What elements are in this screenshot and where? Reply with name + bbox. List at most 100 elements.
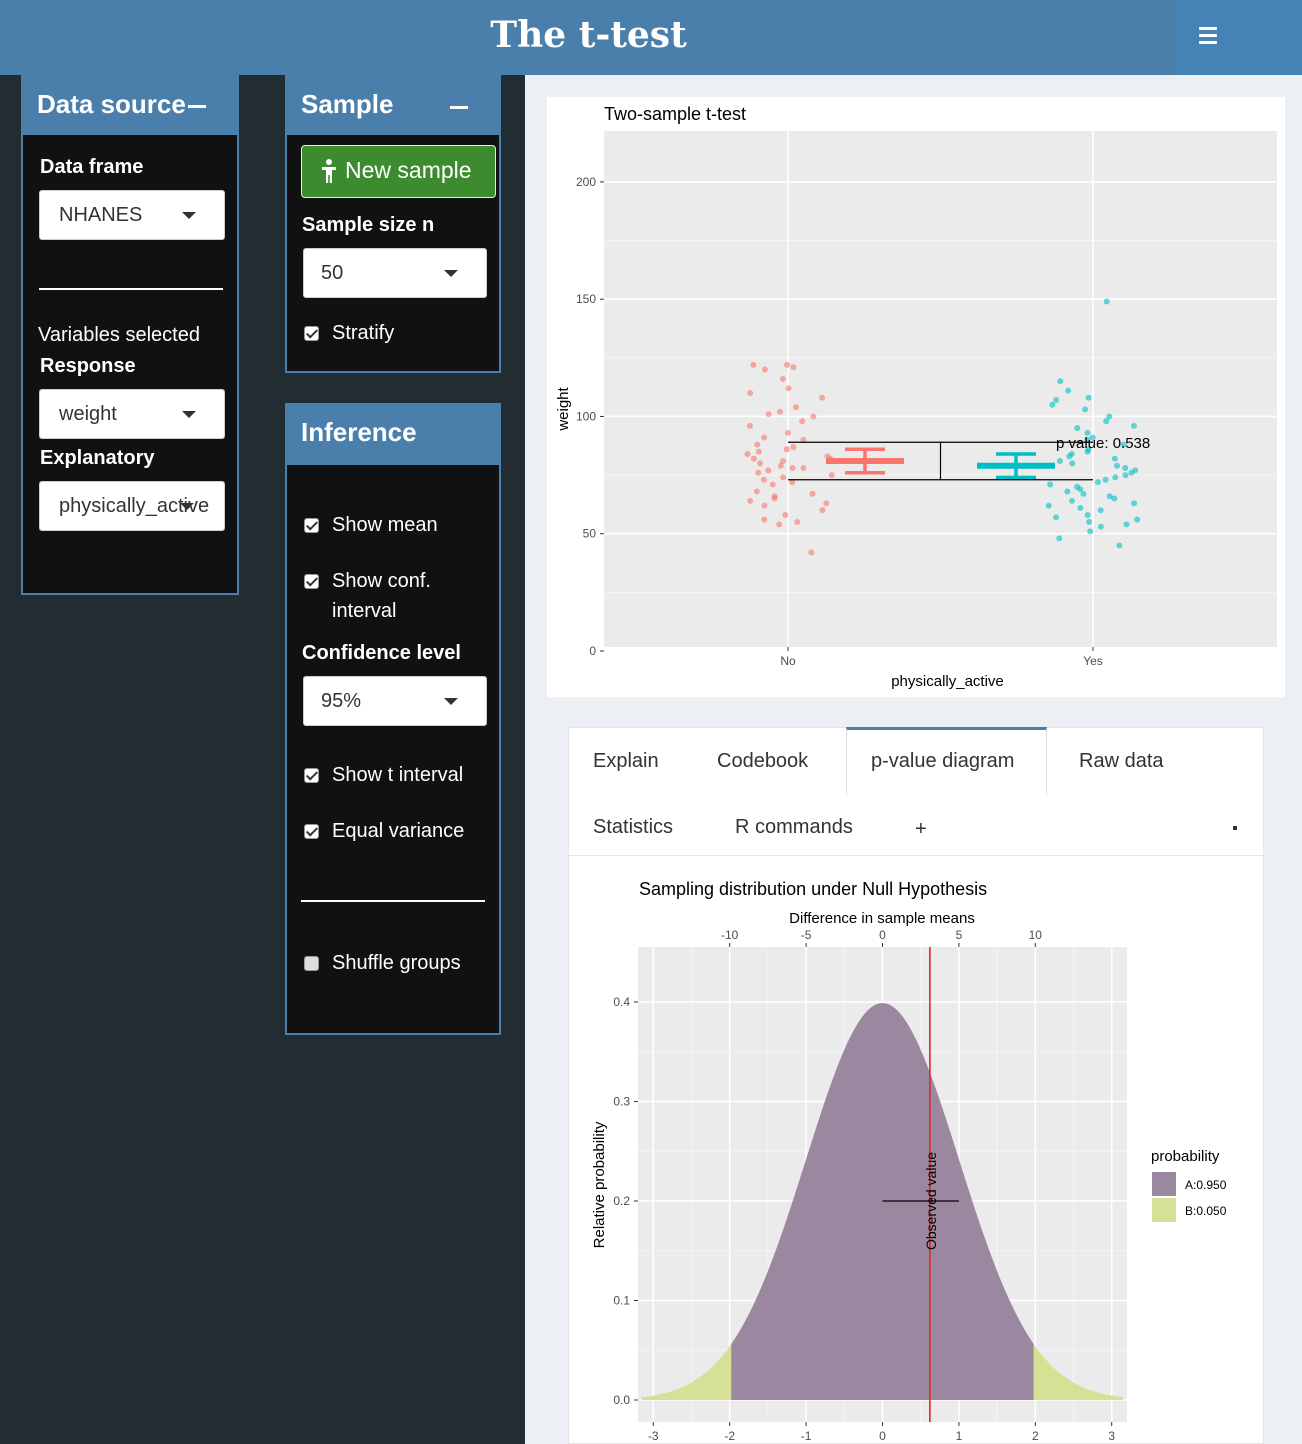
data-point — [1116, 542, 1123, 549]
data-point — [1082, 406, 1089, 413]
x-tick-label: 3 — [1108, 1429, 1115, 1443]
tab-divider — [569, 855, 1263, 856]
data-point — [761, 434, 768, 441]
data-point — [784, 361, 791, 368]
data-point — [780, 474, 787, 481]
sample-size-value: 50 — [321, 262, 344, 284]
y-tick-label: 0 — [589, 644, 596, 658]
data-point — [747, 390, 754, 396]
show-mean-label: Show mean — [332, 514, 438, 536]
person-icon — [322, 159, 336, 183]
stratify-checkbox[interactable] — [304, 326, 319, 341]
data-point — [1084, 511, 1091, 518]
x-axis-label: physically_active — [891, 673, 1004, 690]
shuffle-groups-label: Shuffle groups — [332, 952, 461, 974]
data-point — [755, 448, 762, 455]
data-point — [765, 467, 772, 474]
data-point — [790, 443, 797, 450]
x-tick-label: 0 — [879, 1429, 886, 1443]
x-tick-label: 1 — [956, 1429, 963, 1443]
top-tick-label: 0 — [879, 928, 886, 942]
chart-title: Sampling distribution under Null Hypothe… — [639, 879, 987, 899]
new-sample-button[interactable]: New sample — [301, 145, 496, 198]
shuffle-groups-checkbox[interactable] — [304, 956, 319, 971]
y-axis-label: Relative probability — [591, 1121, 608, 1248]
data-point — [754, 441, 761, 448]
data-point — [1134, 516, 1141, 523]
data-point — [1103, 298, 1110, 305]
data-point — [1122, 465, 1129, 472]
explanatory-select[interactable]: physically_active — [39, 481, 225, 531]
x-tick-label: Yes — [1083, 654, 1103, 668]
sample-size-select[interactable]: 50 — [303, 248, 487, 298]
confidence-level-select[interactable]: 95% — [303, 676, 487, 726]
data-point — [750, 455, 757, 462]
observed-value-label: Observed value — [923, 1152, 939, 1250]
x-tick-label: 2 — [1032, 1429, 1039, 1443]
data-point — [1102, 476, 1109, 483]
data-point — [1066, 453, 1073, 460]
inference-header: Inference — [285, 403, 501, 465]
sidebar-toggle-button[interactable] — [1177, 0, 1302, 75]
tab-statistics[interactable]: Statistics — [593, 816, 673, 839]
data-point — [1111, 455, 1118, 462]
y-tick-label: 200 — [576, 175, 596, 189]
tab-raw-data[interactable]: Raw data — [1079, 750, 1164, 773]
data-frame-select[interactable]: NHANES — [39, 190, 225, 240]
show-conf-interval-checkbox[interactable] — [304, 574, 319, 589]
chevron-down-icon — [180, 503, 194, 510]
data-point — [760, 476, 767, 483]
chevron-down-icon — [444, 698, 458, 705]
data-point — [753, 488, 760, 495]
data-point — [1085, 394, 1092, 401]
inference-title: Inference — [301, 417, 417, 447]
sample-header: Sample — [285, 75, 501, 135]
data-point — [782, 511, 789, 518]
data-source-title: Data source — [37, 89, 186, 119]
show-mean-checkbox[interactable] — [304, 518, 319, 533]
two-sample-t-test-chart: Two-sample t-test 0 50 100 150 200 No Yes physic… — [555, 104, 1277, 690]
data-point — [785, 385, 792, 392]
legend-swatch — [1152, 1198, 1176, 1222]
tab-explain[interactable]: Explain — [593, 750, 659, 773]
data-point — [799, 418, 806, 425]
equal-variance-checkbox[interactable] — [304, 824, 319, 839]
top-tick-label: 10 — [1029, 928, 1043, 942]
add-tab-button[interactable]: + — [915, 818, 927, 841]
chart-title: Two-sample t-test — [604, 104, 746, 124]
stratify-label: Stratify — [332, 322, 395, 344]
y-tick-label: 0.3 — [613, 1095, 630, 1109]
data-point — [1131, 500, 1138, 507]
data-point — [776, 521, 783, 528]
y-tick-label: 0.1 — [613, 1294, 630, 1308]
data-point — [769, 481, 776, 488]
top-tick-label: 5 — [956, 928, 963, 942]
tab-codebook[interactable]: Codebook — [717, 750, 808, 773]
data-point — [783, 446, 790, 453]
tab-r-commands[interactable]: R commands — [735, 816, 853, 839]
data-point — [1056, 535, 1063, 542]
data-point — [823, 500, 830, 507]
data-point — [794, 519, 801, 525]
x-tick-label: No — [780, 654, 796, 668]
tab-p-value-diagram[interactable]: p-value diagram — [846, 727, 1047, 795]
new-sample-label: New sample — [345, 157, 472, 183]
y-tick-label: 150 — [576, 292, 596, 306]
tab-overflow-dot[interactable] — [1233, 826, 1237, 830]
data-point — [746, 422, 753, 429]
show-t-interval-label: Show t interval — [332, 764, 464, 786]
data-point — [761, 516, 768, 523]
chevron-down-icon — [182, 411, 196, 418]
data-point — [1074, 425, 1081, 432]
data-point — [1047, 481, 1054, 488]
response-select[interactable]: weight — [39, 389, 225, 439]
data-point — [1069, 460, 1076, 467]
show-t-interval-checkbox[interactable] — [304, 768, 319, 783]
sample-collapse-icon[interactable] — [450, 106, 468, 109]
data-point — [765, 411, 772, 418]
data-frame-value: NHANES — [59, 204, 143, 226]
data-point — [1112, 474, 1119, 481]
data-point — [819, 507, 826, 514]
data-source-collapse-icon[interactable] — [188, 105, 206, 108]
data-point — [1097, 523, 1104, 530]
